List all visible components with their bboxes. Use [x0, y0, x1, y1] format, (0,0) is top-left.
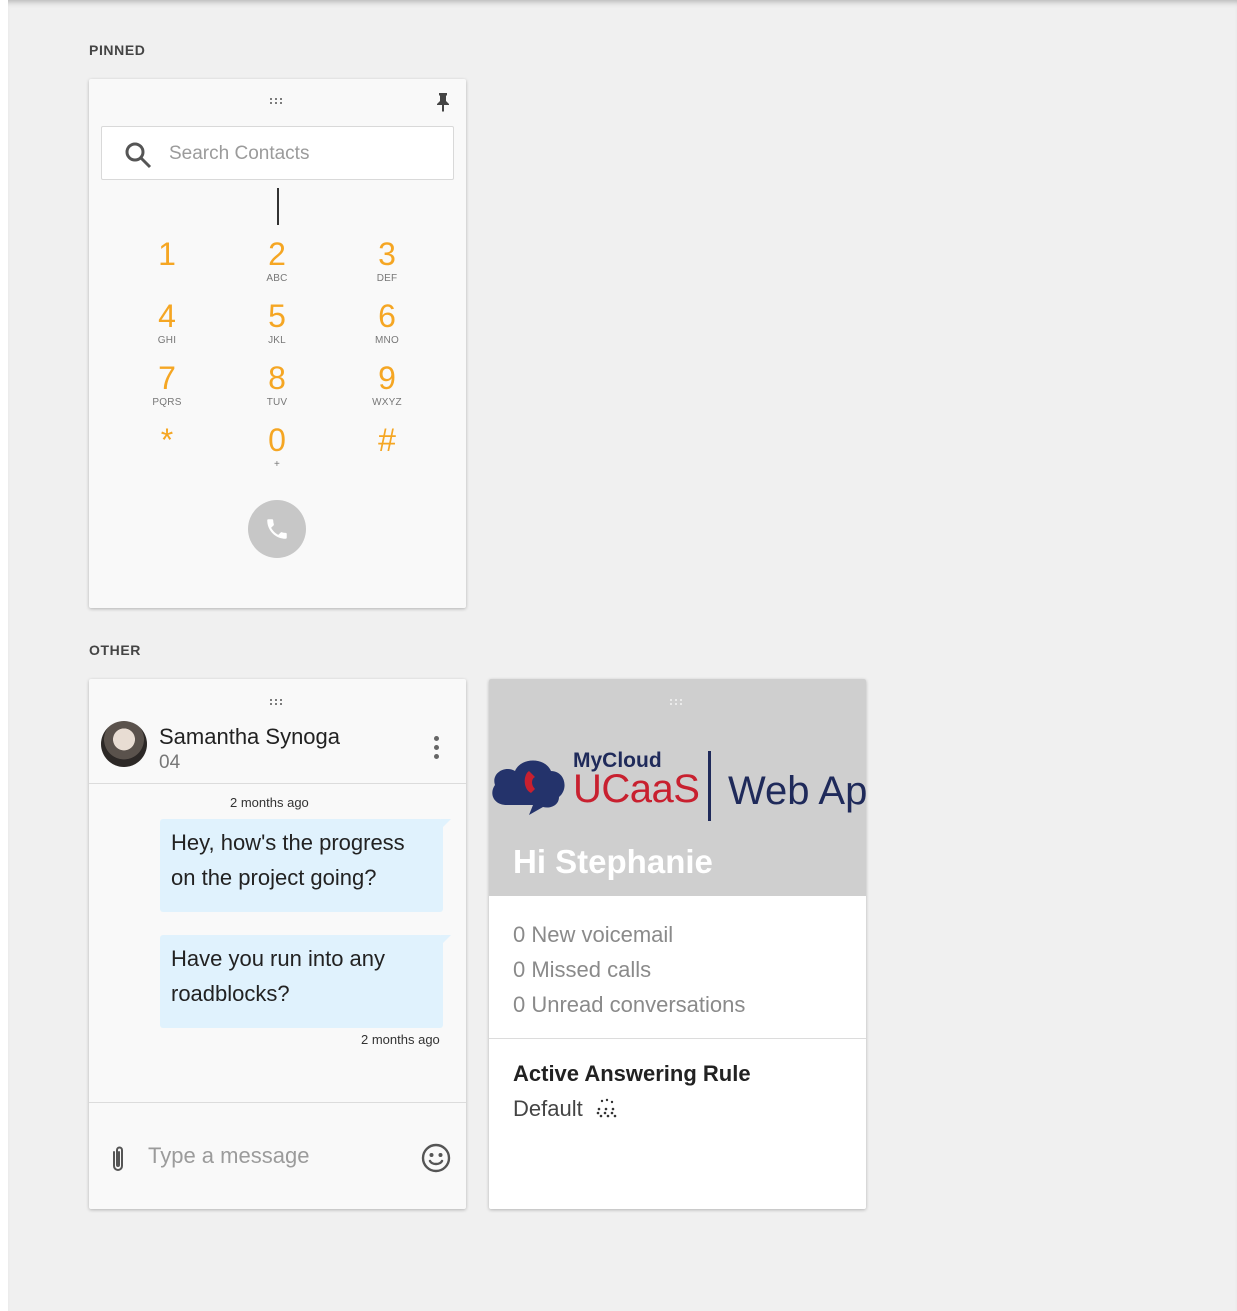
search-contacts-input[interactable]: Search Contacts — [101, 126, 454, 180]
stat-unread-conversations[interactable]: 0 Unread conversations — [513, 987, 745, 1022]
dial-key-0[interactable]: 0 + — [237, 423, 317, 470]
stat-voicemail[interactable]: 0 New voicemail — [513, 917, 745, 952]
emoji-icon[interactable] — [421, 1143, 451, 1178]
pin-icon[interactable] — [436, 92, 450, 117]
dial-key-star[interactable]: * — [127, 423, 207, 459]
dial-key-8[interactable]: 8 TUV — [237, 361, 317, 408]
dial-key-1[interactable]: 1 — [127, 237, 207, 273]
logo-divider — [708, 751, 711, 821]
home-banner: MyCloud UCaaS Web Ap Hi Stephanie — [489, 679, 866, 896]
message-bubble: Hey, how's the progress on the project g… — [160, 819, 451, 912]
phone-icon — [267, 519, 287, 539]
message-composer: Type a message — [89, 1102, 466, 1209]
avatar[interactable] — [101, 721, 147, 767]
drag-handle-icon[interactable] — [269, 98, 286, 106]
section-label-pinned: PINNED — [89, 42, 146, 58]
cloud-phone-logo-icon — [492, 760, 565, 815]
answering-rule-name: Default — [513, 1096, 583, 1121]
message-timestamp: 2 months ago — [361, 1032, 440, 1047]
dial-key-9[interactable]: 9 WXYZ — [347, 361, 427, 408]
dial-key-3[interactable]: 3 DEF — [347, 237, 427, 284]
logo-web-app: Web Ap — [728, 769, 866, 813]
message-bubble: Have you run into any roadblocks? — [160, 935, 451, 1028]
home-card: MyCloud UCaaS Web Ap Hi Stephanie 0 New … — [489, 679, 866, 1209]
dial-key-7[interactable]: 7 PQRS — [127, 361, 207, 408]
message-input[interactable]: Type a message — [148, 1143, 309, 1169]
contact-extension: 04 — [159, 752, 181, 773]
message-timestamp: 2 months ago — [230, 795, 309, 810]
dial-key-hash[interactable]: # — [347, 423, 427, 459]
more-vertical-icon[interactable] — [433, 736, 439, 760]
call-button[interactable] — [248, 500, 306, 558]
divider — [489, 1038, 866, 1039]
summary-stats: 0 New voicemail 0 Missed calls 0 Unread … — [513, 917, 745, 1022]
search-placeholder: Search Contacts — [169, 143, 310, 164]
chat-header: Samantha Synoga 04 — [89, 679, 466, 784]
drag-handle-icon[interactable] — [269, 699, 286, 707]
brand-logo: MyCloud UCaaS Web Ap — [489, 747, 866, 827]
chat-card: Samantha Synoga 04 2 months ago Hey, how… — [89, 679, 466, 1209]
dial-key-5[interactable]: 5 JKL — [237, 299, 317, 346]
drag-handle-icon[interactable] — [669, 699, 686, 707]
answering-rule-heading: Active Answering Rule — [513, 1061, 751, 1086]
dial-key-4[interactable]: 4 GHI — [127, 299, 207, 346]
logo-ucaas: UCaaS — [573, 767, 700, 811]
section-label-other: OTHER — [89, 642, 141, 658]
dial-key-2[interactable]: 2 ABC — [237, 237, 317, 284]
greeting: Hi Stephanie — [513, 843, 713, 880]
dial-input-cursor[interactable] — [277, 188, 279, 225]
dialer-card: Search Contacts 1 2 ABC 3 DEF 4 GHI 5 JKL 6M… — [89, 79, 466, 608]
dial-key-6[interactable]: 6 MNO — [347, 299, 427, 346]
dots-pattern-icon — [596, 1098, 617, 1118]
contact-name[interactable]: Samantha Synoga — [159, 724, 340, 750]
stat-missed-calls[interactable]: 0 Missed calls — [513, 952, 745, 987]
paperclip-icon[interactable] — [107, 1143, 129, 1180]
answering-rule-value[interactable]: Default — [513, 1096, 617, 1122]
search-icon — [124, 141, 152, 174]
